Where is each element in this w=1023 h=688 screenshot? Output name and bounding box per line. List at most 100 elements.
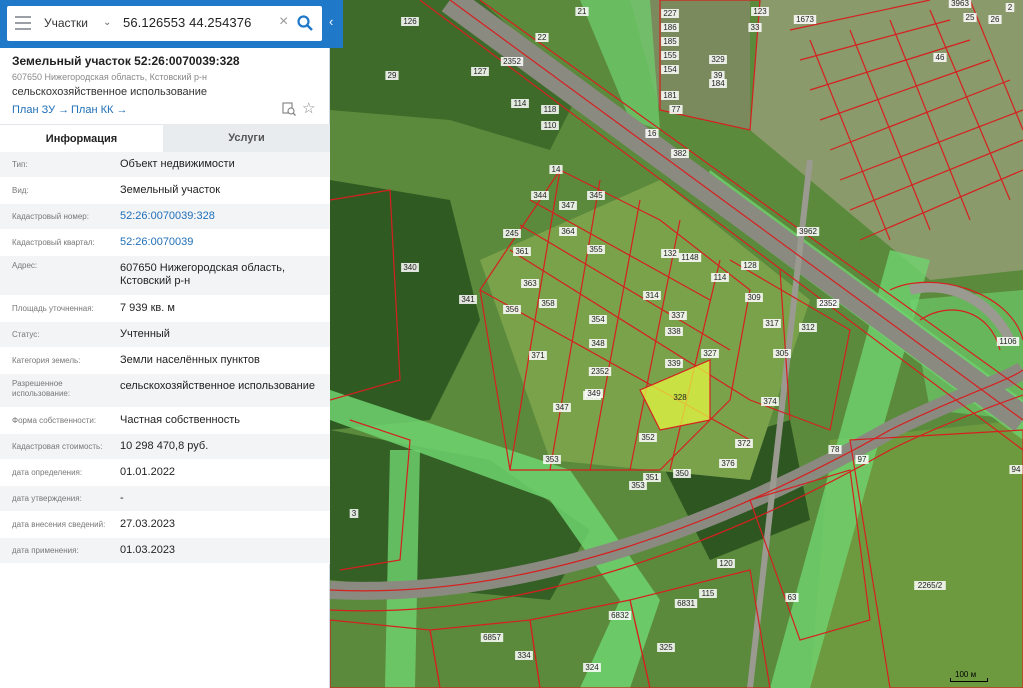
parcel-number-label[interactable]: 227 bbox=[661, 9, 679, 18]
parcel-number-label[interactable]: 245 bbox=[503, 229, 521, 238]
parcel-number-label[interactable]: 364 bbox=[559, 227, 577, 236]
parcel-number-label[interactable]: 356 bbox=[503, 305, 521, 314]
property-value-link[interactable]: 52:26:0070039 bbox=[120, 236, 320, 249]
parcel-number-label[interactable]: 14 bbox=[549, 165, 563, 174]
parcel-number-label[interactable]: 2352 bbox=[500, 57, 524, 66]
parcel-number-label[interactable]: 184 bbox=[709, 79, 727, 88]
cadastral-map[interactable]: 126 21 227 186 185 155 154 181 77 123 33 329 39 184 39… bbox=[330, 0, 1023, 688]
parcel-number-label[interactable]: 325 bbox=[657, 643, 675, 652]
parcel-number-label[interactable]: 337 bbox=[669, 311, 687, 320]
parcel-number-label[interactable]: 29 bbox=[385, 71, 399, 80]
parcel-number-label[interactable]: 155 bbox=[661, 51, 679, 60]
parcel-number-label[interactable]: 382 bbox=[671, 149, 689, 158]
parcel-number-label[interactable]: 374 bbox=[761, 397, 779, 406]
parcel-number-label[interactable]: 114 bbox=[711, 273, 729, 282]
parcel-number-label[interactable]: 355 bbox=[587, 245, 605, 254]
plan-kk-link[interactable]: План КК → bbox=[71, 104, 127, 116]
parcel-number-label[interactable]: 352 bbox=[639, 433, 657, 442]
parcel-number-label[interactable]: 77 bbox=[669, 105, 683, 114]
parcel-number-label[interactable]: 314 bbox=[643, 291, 661, 300]
parcel-number-label[interactable]: 120 bbox=[717, 559, 735, 568]
parcel-number-label[interactable]: 2352 bbox=[588, 367, 612, 376]
parcel-number-label[interactable]: 46 bbox=[933, 53, 947, 62]
parcel-number-label[interactable]: 349 bbox=[585, 389, 603, 398]
parcel-number-label[interactable]: 340 bbox=[401, 263, 419, 272]
parcel-number-label[interactable]: 345 bbox=[587, 191, 605, 200]
parcel-number-label[interactable]: 363 bbox=[521, 279, 539, 288]
parcel-number-label[interactable]: 115 bbox=[699, 589, 717, 598]
parcel-number-label[interactable]: 312 bbox=[799, 323, 817, 332]
parcel-number-label[interactable]: 185 bbox=[661, 37, 679, 46]
locate-on-map-icon[interactable] bbox=[282, 102, 296, 116]
parcel-number-label[interactable]: 353 bbox=[629, 481, 647, 490]
parcel-number-label[interactable]: 22 bbox=[535, 33, 549, 42]
parcel-number-label[interactable]: 3962 bbox=[796, 227, 820, 236]
parcel-number-label[interactable]: 309 bbox=[745, 293, 763, 302]
parcel-number-label[interactable]: 2265/2 bbox=[914, 581, 946, 590]
selected-parcel-label[interactable]: 328 bbox=[673, 393, 687, 402]
parcel-number-label[interactable]: 132 bbox=[661, 249, 679, 258]
parcel-number-label[interactable]: 114 bbox=[511, 99, 529, 108]
parcel-number-label[interactable]: 126 bbox=[401, 17, 419, 26]
parcel-number-label[interactable]: 1673 bbox=[793, 15, 817, 24]
parcel-number-label[interactable]: 2 bbox=[1005, 3, 1015, 12]
parcel-number-label[interactable]: 327 bbox=[701, 349, 719, 358]
parcel-number-label[interactable]: 3963 bbox=[948, 0, 972, 8]
parcel-number-label[interactable]: 128 bbox=[741, 261, 759, 270]
parcel-number-label[interactable]: 324 bbox=[583, 663, 601, 672]
parcel-number-label[interactable]: 305 bbox=[773, 349, 791, 358]
search-input[interactable]: 56.126553 44.254376 bbox=[123, 15, 251, 30]
parcel-number-label[interactable]: 154 bbox=[661, 65, 679, 74]
parcel-number-label[interactable]: 2352 bbox=[816, 299, 840, 308]
close-icon[interactable]: × bbox=[279, 13, 288, 31]
parcel-number-label[interactable]: 25 bbox=[963, 13, 977, 22]
parcel-number-label[interactable]: 181 bbox=[661, 91, 679, 100]
parcel-number-label[interactable]: 361 bbox=[513, 247, 531, 256]
parcel-number-label[interactable]: 354 bbox=[589, 315, 607, 324]
parcel-number-label[interactable]: 21 bbox=[575, 7, 589, 16]
parcel-number-label[interactable]: 334 bbox=[515, 651, 533, 660]
parcel-number-label[interactable]: 353 bbox=[543, 455, 561, 464]
parcel-number-label[interactable]: 329 bbox=[709, 55, 727, 64]
parcel-number-label[interactable]: 371 bbox=[529, 351, 547, 360]
chevron-down-icon[interactable]: ⌄ bbox=[103, 17, 111, 28]
parcel-number-label[interactable]: 6832 bbox=[608, 611, 632, 620]
parcel-number-label[interactable]: 350 bbox=[673, 469, 691, 478]
parcel-number-label[interactable]: 348 bbox=[589, 339, 607, 348]
parcel-number-label[interactable]: 1148 bbox=[678, 253, 702, 262]
parcel-number-label[interactable]: 6831 bbox=[674, 599, 698, 608]
parcel-number-label[interactable]: 33 bbox=[748, 23, 762, 32]
parcel-number-label[interactable]: 94 bbox=[1009, 465, 1023, 474]
parcel-number-label[interactable]: 110 bbox=[541, 121, 559, 130]
parcel-number-label[interactable]: 78 bbox=[828, 445, 842, 454]
plan-zu-link[interactable]: План ЗУ → bbox=[12, 104, 69, 116]
parcel-number-label[interactable]: 118 bbox=[541, 105, 559, 114]
parcel-number-label[interactable]: 6857 bbox=[480, 633, 504, 642]
parcel-number-label[interactable]: 186 bbox=[661, 23, 679, 32]
parcel-number-label[interactable]: 376 bbox=[719, 459, 737, 468]
parcel-number-label[interactable]: 347 bbox=[553, 403, 571, 412]
parcel-number-label[interactable]: 63 bbox=[785, 593, 799, 602]
parcel-number-label[interactable]: 347 bbox=[559, 201, 577, 210]
parcel-number-label[interactable]: 372 bbox=[735, 439, 753, 448]
parcel-number-label[interactable]: 97 bbox=[855, 455, 869, 464]
menu-icon[interactable] bbox=[15, 16, 31, 30]
star-icon[interactable]: ☆ bbox=[302, 99, 315, 117]
parcel-number-label[interactable]: 123 bbox=[751, 7, 769, 16]
parcel-number-label[interactable]: 339 bbox=[665, 359, 683, 368]
parcel-number-label[interactable]: 1106 bbox=[996, 337, 1020, 346]
parcel-number-label[interactable]: 26 bbox=[988, 15, 1002, 24]
property-value-link[interactable]: 52:26:0070039:328 bbox=[120, 210, 320, 223]
parcel-number-label[interactable]: 358 bbox=[539, 299, 557, 308]
parcel-number-label[interactable]: 3 bbox=[349, 509, 359, 518]
parcel-number-label[interactable]: 351 bbox=[643, 473, 661, 482]
tab-info[interactable]: Информация bbox=[0, 124, 163, 152]
parcel-number-label[interactable]: 338 bbox=[665, 327, 683, 336]
parcel-number-label[interactable]: 341 bbox=[459, 295, 477, 304]
parcel-number-label[interactable]: 317 bbox=[763, 319, 781, 328]
parcel-number-label[interactable]: 16 bbox=[645, 129, 659, 138]
map-canvas[interactable]: 12621 22718618515515418177123333293918439… bbox=[330, 0, 1023, 688]
tab-services[interactable]: Услуги bbox=[163, 124, 330, 152]
parcel-number-label[interactable]: 127 bbox=[471, 67, 489, 76]
search-icon[interactable] bbox=[296, 14, 314, 32]
